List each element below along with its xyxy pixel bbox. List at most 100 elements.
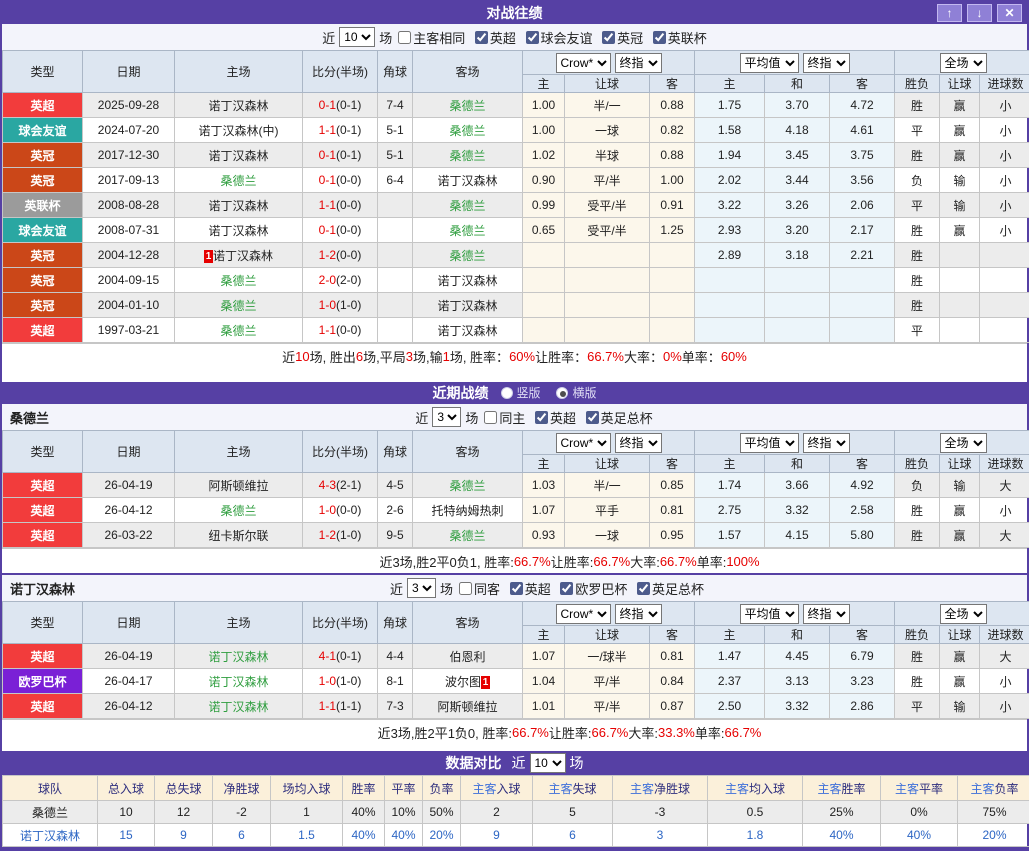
avg-away-odds: 2.58 [830, 498, 895, 523]
comparison-table-body: 桑德兰 10 12 -2 1 40% 10% 50% 2 5 -3 0.5 25… [3, 801, 1029, 847]
final-odds-select-2[interactable]: 终指 [803, 604, 850, 624]
filter-checkbox[interactable] [602, 31, 615, 44]
filter-checkbox[interactable] [535, 411, 548, 424]
away-team-cell: 桑德兰 [413, 473, 523, 498]
home-away-prefix: 主客 [970, 782, 994, 796]
date-cell: 2008-08-28 [83, 193, 175, 218]
crow-company-select[interactable]: Crow* [556, 433, 611, 453]
filter-checkbox-item[interactable]: 主客相同 [398, 28, 465, 47]
away-team-cell: 诺丁汉森林 [413, 168, 523, 193]
score-cell: 1-2(0-0) [303, 243, 378, 268]
filter-checkbox-item[interactable]: 英超 [535, 408, 576, 427]
handicap-away-odds: 1.25 [650, 218, 695, 243]
avg-home-odds: 3.22 [695, 193, 765, 218]
final-odds-select[interactable]: 终指 [615, 433, 662, 453]
filter-checkbox-item[interactable]: 英超 [475, 28, 516, 47]
comparison-column-header: 主客胜率 [803, 776, 881, 801]
col-date-header: 日期 [83, 51, 175, 93]
average-select[interactable]: 平均值 [740, 53, 799, 73]
filter-checkbox-item[interactable]: 同客 [459, 579, 500, 598]
handicap-result-cell: 赢 [940, 644, 980, 669]
avg-draw-odds: 3.44 [765, 168, 830, 193]
comparison-games-select[interactable]: 10 [530, 753, 566, 773]
team1-games-select[interactable]: 3 [432, 407, 461, 427]
avg-home-odds [695, 293, 765, 318]
filter-checkbox[interactable] [510, 582, 523, 595]
full-match-select[interactable]: 全场 [940, 604, 987, 624]
final-odds-select-2[interactable]: 终指 [803, 53, 850, 73]
avg-away-odds: 2.21 [830, 243, 895, 268]
full-match-select[interactable]: 全场 [940, 433, 987, 453]
filter-checkbox[interactable] [475, 31, 488, 44]
games-label: 场 [440, 579, 453, 598]
avg-draw-odds [765, 268, 830, 293]
filter-checkbox-item[interactable]: 英足总杯 [637, 579, 704, 598]
handicap-line [565, 318, 650, 343]
league-badge: 英超 [3, 498, 83, 523]
filter-checkbox[interactable] [586, 411, 599, 424]
avg-goals-cell: 1 [271, 801, 343, 824]
home-team-cell: 诺丁汉森林 [175, 193, 303, 218]
crow-company-select[interactable]: Crow* [556, 53, 611, 73]
corner-cell [378, 318, 413, 343]
avg-draw-odds: 3.32 [765, 498, 830, 523]
comparison-header-label: 平率 [391, 782, 415, 796]
filter-checkbox[interactable] [484, 411, 497, 424]
comparison-header-label: 入球 [497, 782, 521, 796]
team2-games-select[interactable]: 3 [407, 578, 436, 598]
layout-radio-item[interactable]: 竖版 [501, 384, 541, 401]
filter-checkbox[interactable] [459, 582, 472, 595]
final-odds-select-2[interactable]: 终指 [803, 433, 850, 453]
final-odds-select[interactable]: 终指 [615, 604, 662, 624]
result-cell: 胜 [895, 644, 940, 669]
comparison-header-label: 胜率 [351, 782, 375, 796]
filter-checkbox-item[interactable]: 英冠 [602, 28, 643, 47]
goals-result-cell: 小 [980, 93, 1029, 118]
filter-checkbox[interactable] [653, 31, 666, 44]
avg-draw-odds: 4.45 [765, 644, 830, 669]
home-team-cell: 纽卡斯尔联 [175, 523, 303, 548]
radio-icon[interactable] [556, 387, 568, 399]
h2h-games-select[interactable]: 10 [339, 27, 375, 47]
filter-checkbox-item[interactable]: 英足总杯 [586, 408, 653, 427]
layout-radio-item[interactable]: 横版 [556, 384, 596, 401]
full-score: 1-1 [319, 323, 336, 337]
ha-conceded-cell: 5 [533, 801, 613, 824]
near-label: 近 [512, 753, 526, 773]
scroll-down-button[interactable]: ↓ [967, 4, 992, 22]
filter-checkbox[interactable] [526, 31, 539, 44]
away-team-name: 诺丁汉森林 [437, 324, 497, 338]
team2-table: 类型 日期 主场 比分(半场) 角球 客场 Crow*终指 平均值终指 [2, 601, 1029, 719]
close-icon: ✕ [1004, 6, 1014, 20]
crow-company-select[interactable]: Crow* [556, 604, 611, 624]
goals-result-cell: 大 [980, 523, 1029, 548]
filter-checkbox-item[interactable]: 欧罗巴杯 [560, 579, 627, 598]
filter-checkbox[interactable] [637, 582, 650, 595]
avg-draw-odds [765, 293, 830, 318]
home-team-name: 诺丁汉森林 [208, 199, 268, 213]
filter-checkbox-item[interactable]: 英超 [510, 579, 551, 598]
filter-checkbox-item[interactable]: 同主 [484, 408, 525, 427]
final-odds-select[interactable]: 终指 [615, 53, 662, 73]
filter-checkbox[interactable] [560, 582, 573, 595]
full-match-select[interactable]: 全场 [940, 53, 987, 73]
filter-checkbox[interactable] [398, 31, 411, 44]
handicap-away-odds: 0.91 [650, 193, 695, 218]
scroll-up-button[interactable]: ↑ [937, 4, 962, 22]
half-score: (0-0) [336, 198, 361, 212]
col-result-header: 胜负 [895, 455, 940, 473]
filter-checkbox-item[interactable]: 球会友谊 [526, 28, 593, 47]
comparison-column-header: 主客净胜球 [613, 776, 708, 801]
full-score: 1-1 [319, 123, 336, 137]
radio-icon[interactable] [501, 387, 513, 399]
average-select[interactable]: 平均值 [740, 433, 799, 453]
filter-checkbox-item[interactable]: 英联杯 [653, 28, 707, 47]
result-cell: 负 [895, 168, 940, 193]
match-row: 英冠 2004-09-15 桑德兰 2-0(2-0) 诺丁汉森林 胜 [3, 268, 1029, 293]
col-corner-header: 角球 [378, 602, 413, 644]
avg-away-odds: 3.75 [830, 143, 895, 168]
close-button[interactable]: ✕ [997, 4, 1022, 22]
score-cell: 1-1(1-1) [303, 694, 378, 719]
result-cell: 平 [895, 193, 940, 218]
average-select[interactable]: 平均值 [740, 604, 799, 624]
